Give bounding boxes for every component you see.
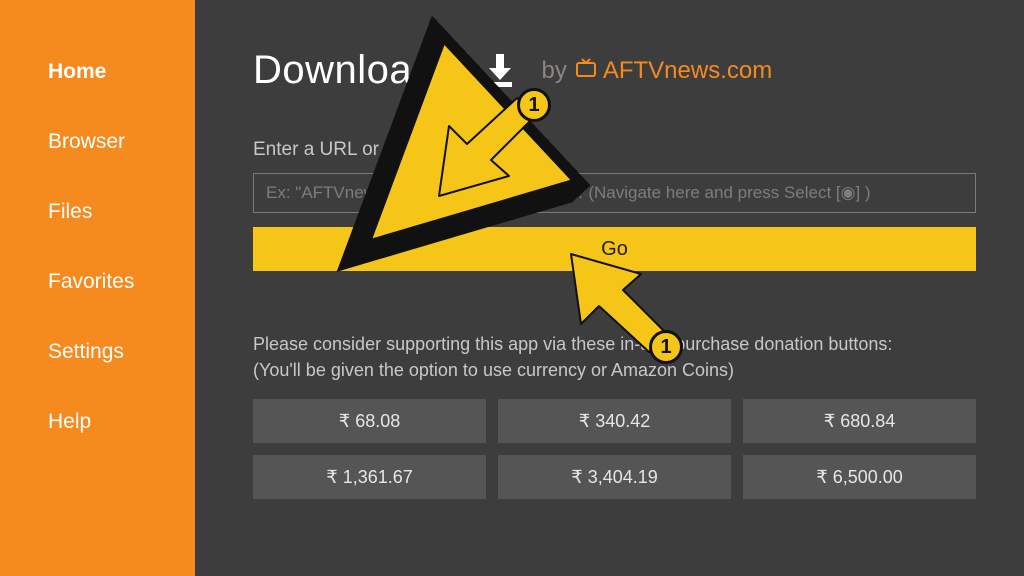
sidebar-item-help[interactable]: Help bbox=[48, 410, 195, 434]
sidebar-item-files[interactable]: Files bbox=[48, 200, 195, 224]
donation-button-2[interactable]: ₹ 340.42 bbox=[498, 399, 731, 443]
support-line1: Please consider supporting this app via … bbox=[253, 331, 976, 357]
download-icon bbox=[485, 54, 515, 88]
donation-button-4[interactable]: ₹ 1,361.67 bbox=[253, 455, 486, 499]
sidebar-item-browser[interactable]: Browser bbox=[48, 130, 195, 154]
support-line2: (You'll be given the option to use curre… bbox=[253, 357, 976, 383]
go-button[interactable]: Go bbox=[253, 227, 976, 271]
app-title: Downloader bbox=[253, 48, 471, 93]
app-header: Downloader by AFTVnews. bbox=[253, 48, 976, 93]
donation-grid: ₹ 68.08 ₹ 340.42 ₹ 680.84 ₹ 1,361.67 ₹ 3… bbox=[253, 399, 976, 499]
url-input[interactable] bbox=[253, 173, 976, 213]
byline: by AFTVnews.com bbox=[541, 57, 772, 85]
main-panel: Downloader by AFTVnews. bbox=[195, 0, 1024, 576]
annotation-badge-1: 1 bbox=[517, 88, 551, 122]
tv-icon bbox=[575, 57, 597, 85]
donation-button-5[interactable]: ₹ 3,404.19 bbox=[498, 455, 731, 499]
donation-button-3[interactable]: ₹ 680.84 bbox=[743, 399, 976, 443]
support-text: Please consider supporting this app via … bbox=[253, 331, 976, 383]
url-prompt: Enter a URL or Search Term: bbox=[253, 139, 976, 161]
sidebar: Home Browser Files Favorites Settings He… bbox=[0, 0, 195, 576]
donation-button-6[interactable]: ₹ 6,500.00 bbox=[743, 455, 976, 499]
sidebar-item-favorites[interactable]: Favorites bbox=[48, 270, 195, 294]
sidebar-item-home[interactable]: Home bbox=[48, 60, 195, 84]
brand-text: AFTVnews.com bbox=[603, 57, 772, 85]
donation-button-1[interactable]: ₹ 68.08 bbox=[253, 399, 486, 443]
sidebar-item-settings[interactable]: Settings bbox=[48, 340, 195, 364]
by-text: by bbox=[541, 57, 566, 85]
